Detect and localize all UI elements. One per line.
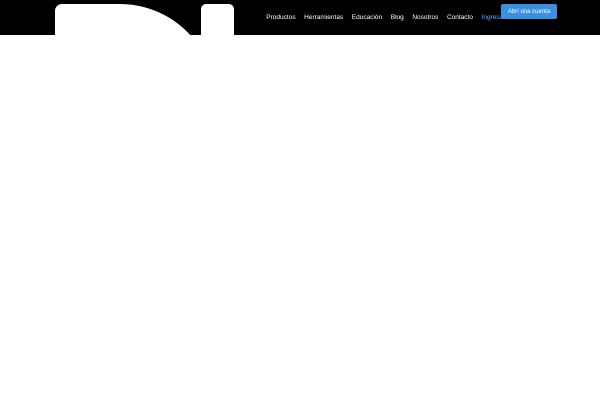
page: Productos Herramientas Educación Blog No… <box>0 0 600 400</box>
nav-item-educacion[interactable]: Educación <box>347 0 386 35</box>
brand-logo-icon[interactable] <box>0 0 240 124</box>
top-navigation-bar: Productos Herramientas Educación Blog No… <box>0 0 600 124</box>
nav-item-contacto[interactable]: Contacto <box>443 0 478 35</box>
nav-item-nosotros[interactable]: Nosotros <box>408 0 443 35</box>
nav-item-productos[interactable]: Productos <box>262 0 300 35</box>
main-content-area <box>0 35 600 400</box>
open-account-button[interactable]: Abrí una cuenta <box>501 4 557 19</box>
main-nav: Productos Herramientas Educación Blog No… <box>262 0 510 35</box>
nav-item-blog[interactable]: Blog <box>386 0 408 35</box>
nav-item-herramientas[interactable]: Herramientas <box>300 0 348 35</box>
